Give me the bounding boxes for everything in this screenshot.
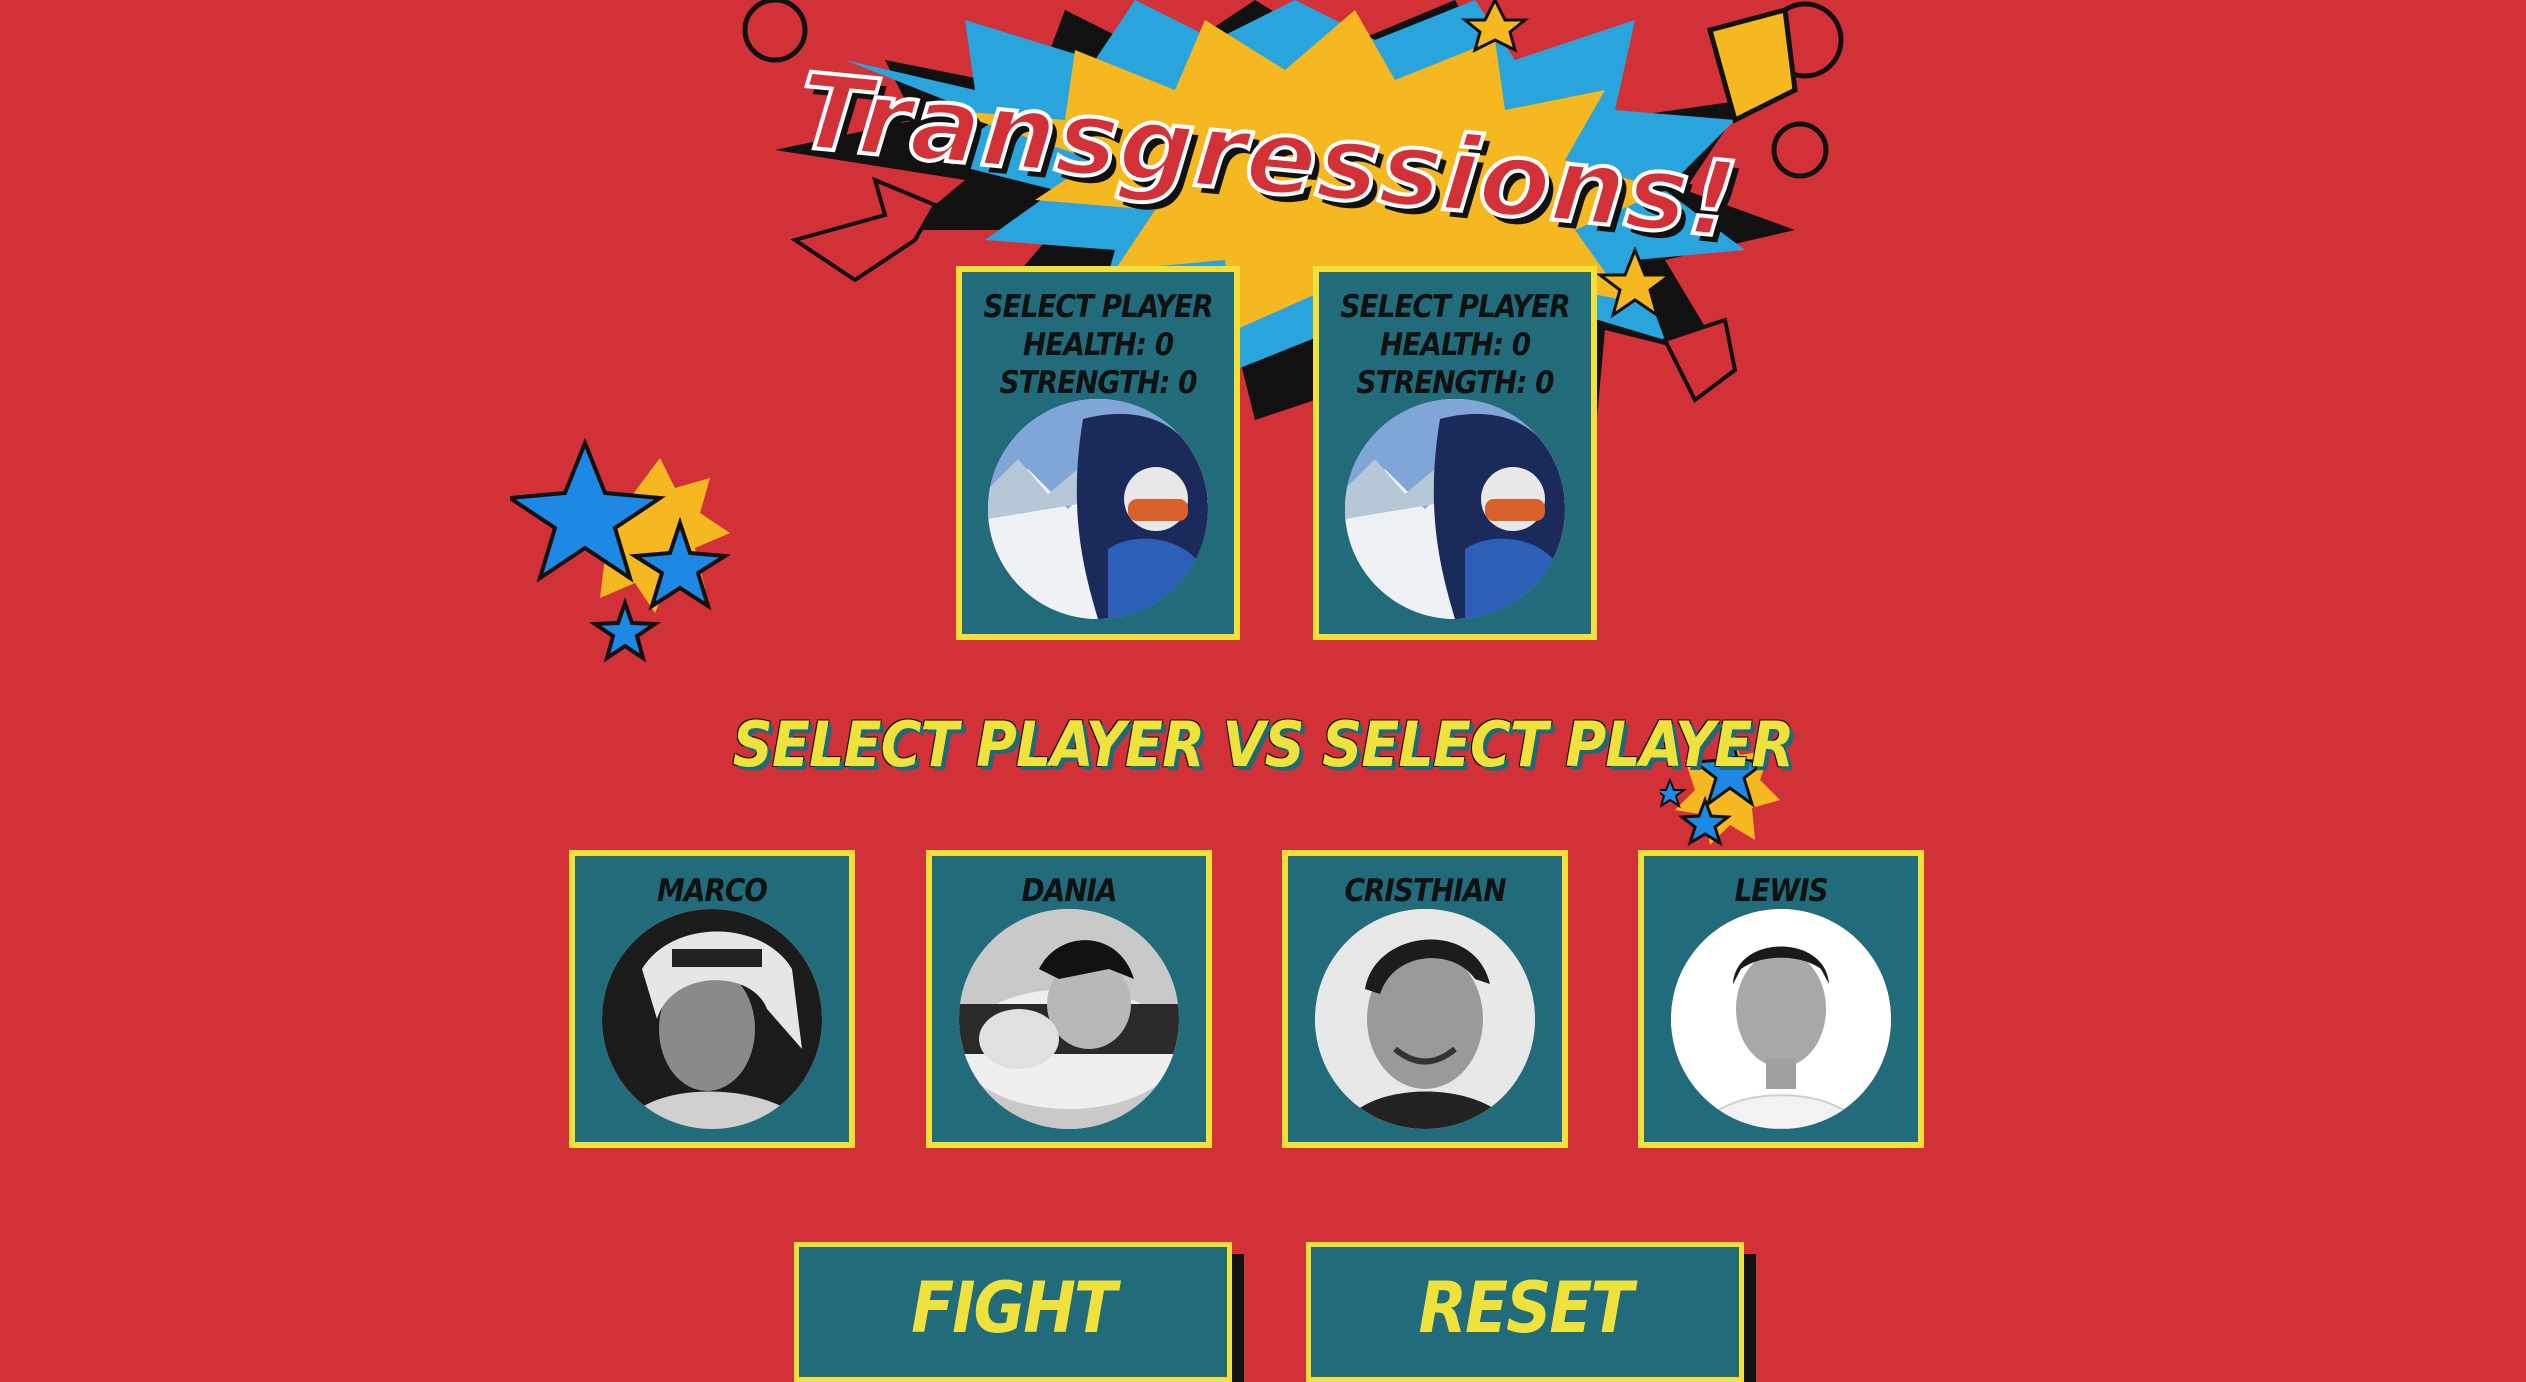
fighter-name: Lewis [1734,873,1828,909]
fighter-name: Marco [657,873,768,909]
player-two-health: Health: 0 [1379,327,1531,363]
fighter-portrait [602,909,822,1129]
reset-button-label: Reset [1418,1267,1634,1349]
player-two-portrait [1345,399,1565,619]
fighter-portrait [959,909,1179,1129]
reset-button[interactable]: Reset [1306,1242,1744,1382]
fighter-name: Cristhian [1344,873,1506,909]
matchup-heading: Select Player vs Select Player [732,708,1795,781]
player-one-health: Health: 0 [1022,327,1174,363]
fighter-card-lewis[interactable]: Lewis [1638,850,1924,1148]
fighter-portrait [1671,909,1891,1129]
stars-decoration-icon [504,437,735,663]
player-two-strength: Strength: 0 [1356,365,1555,401]
fighter-card-cristhian[interactable]: Cristhian [1282,850,1568,1148]
player-one-strength: Strength: 0 [999,365,1198,401]
fighter-portrait [1315,909,1535,1129]
fighter-name: Dania [1021,873,1117,909]
player-one-slot: Select Player Health: 0 Strength: 0 [956,266,1240,640]
player-one-name: Select Player [983,289,1213,325]
game-logo: Transgressions! [735,0,1845,470]
fight-button[interactable]: Fight [794,1242,1232,1382]
fighter-card-marco[interactable]: Marco [569,850,855,1148]
player-two-name: Select Player [1340,289,1570,325]
fighter-card-dania[interactable]: Dania [926,850,1212,1148]
fight-button-label: Fight [911,1267,1117,1349]
player-one-portrait [988,399,1208,619]
player-two-slot: Select Player Health: 0 Strength: 0 [1313,266,1597,640]
